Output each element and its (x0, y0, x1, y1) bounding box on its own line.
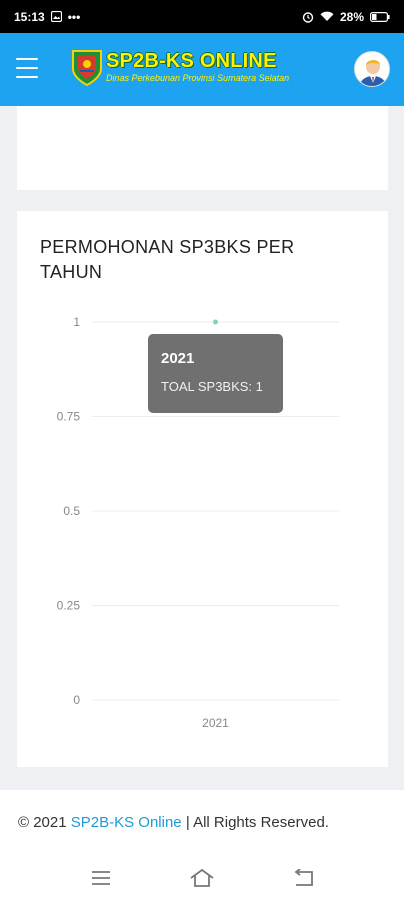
y-tick-label: 0 (73, 693, 80, 707)
y-tick-label: 0.25 (57, 599, 81, 613)
app-title: SP2B-KS ONLINE (106, 50, 277, 72)
summary-card (17, 106, 388, 190)
footer-copyright: © 2021 (18, 814, 67, 831)
status-time: 15:13 (14, 9, 45, 24)
y-tick-label: 1 (73, 315, 80, 329)
home-icon[interactable] (187, 866, 217, 890)
chart-plot[interactable]: 0 0.25 0.5 0.75 1 2021 (17, 211, 388, 767)
recent-apps-icon[interactable] (86, 866, 116, 890)
app-header: SP2B-KS ONLINE Dinas Perkebunan Provinsi… (0, 33, 404, 106)
chart-tooltip: 2021 TOAL SP3BKS: 1 (148, 334, 283, 413)
status-right: 28% (302, 10, 390, 24)
user-avatar[interactable] (354, 51, 390, 87)
wifi-icon (320, 11, 334, 22)
x-tick-label: 2021 (202, 716, 229, 730)
brand[interactable]: SP2B-KS ONLINE Dinas Perkebunan Provinsi… (70, 47, 289, 87)
battery-icon (370, 11, 390, 22)
app-subtitle: Dinas Perkebunan Provinsi Sumatera Selat… (106, 73, 290, 83)
gallery-icon (50, 11, 62, 22)
battery-percent: 28% (339, 9, 364, 24)
footer-rights: | All Rights Reserved. (185, 814, 329, 831)
tooltip-title: 2021 (161, 350, 195, 367)
data-point[interactable] (213, 319, 218, 325)
system-nav-bar (0, 855, 404, 900)
status-left: 15:13 ••• (14, 10, 80, 24)
y-tick-label: 0.5 (63, 504, 80, 518)
status-more: ••• (67, 9, 81, 24)
status-bar: 15:13 ••• 28% (0, 0, 404, 33)
hamburger-menu-icon[interactable] (16, 58, 38, 78)
footer-link[interactable]: SP2B-KS Online (71, 814, 182, 831)
tooltip-value: TOAL SP3BKS: 1 (161, 379, 263, 394)
alarm-icon (302, 11, 314, 23)
chart-card: PERMOHONAN SP3BKS PER TAHUN 0 0.25 0.5 0.75… (17, 211, 388, 767)
province-emblem-icon (72, 50, 102, 87)
footer: © 2021 SP2B-KS Online | All Rights Reser… (0, 790, 404, 855)
y-tick-label: 0.75 (57, 410, 81, 424)
back-icon[interactable] (288, 866, 318, 890)
